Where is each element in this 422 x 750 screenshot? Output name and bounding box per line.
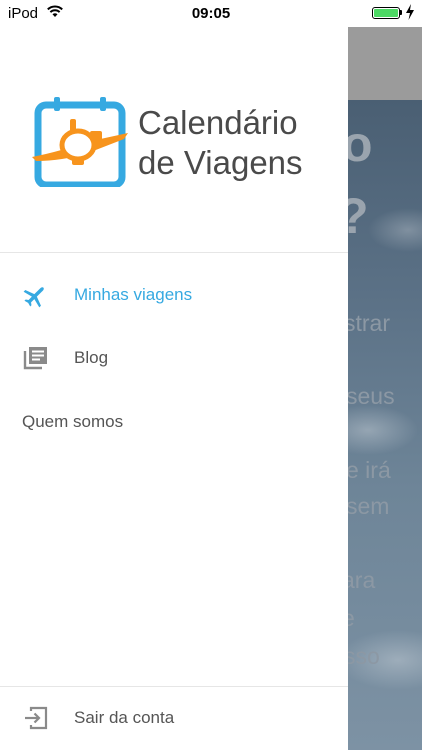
calendar-airplane-logo-icon xyxy=(32,97,128,187)
logo-line-2: de Viagens xyxy=(138,144,303,181)
menu-item-label: Minhas viagens xyxy=(74,285,193,304)
background-text: ? xyxy=(348,187,369,245)
background-text: ara xyxy=(348,567,376,593)
menu-item-minhas-viagens[interactable]: Minhas viagens xyxy=(0,267,348,323)
logout-button[interactable]: Sair da conta xyxy=(0,690,348,746)
app-logo-text: Calendário de Viagens xyxy=(138,103,303,183)
background-screen[interactable]: o ? strar seus e irá sem ara e sso xyxy=(348,27,422,750)
logout-icon xyxy=(25,706,48,730)
status-bar: iPod 09:05 xyxy=(0,0,422,27)
airplane-icon xyxy=(23,287,44,308)
logo-line-1: Calendário xyxy=(138,104,298,141)
background-text: o xyxy=(348,116,373,172)
background-text: strar xyxy=(348,310,390,336)
navigation-drawer: Calendário de Viagens Minhas viagens Blo… xyxy=(0,27,348,750)
battery-icon xyxy=(372,7,400,19)
background-text: sem xyxy=(348,493,390,519)
background-text: e xyxy=(348,605,355,631)
background-text: sso xyxy=(348,643,380,669)
battery-cap xyxy=(400,10,402,15)
newspaper-icon xyxy=(23,347,47,370)
divider xyxy=(0,252,348,253)
background-header xyxy=(348,27,422,100)
menu-item-quem-somos[interactable]: Quem somos xyxy=(22,412,123,432)
menu-item-blog[interactable]: Blog xyxy=(0,330,348,386)
clock: 09:05 xyxy=(191,5,231,22)
background-text: seus xyxy=(348,383,395,409)
menu-item-label: Blog xyxy=(74,348,109,367)
divider xyxy=(0,686,348,687)
background-text: e irá xyxy=(348,457,391,483)
logout-label: Sair da conta xyxy=(74,708,175,727)
charging-icon xyxy=(406,4,414,20)
